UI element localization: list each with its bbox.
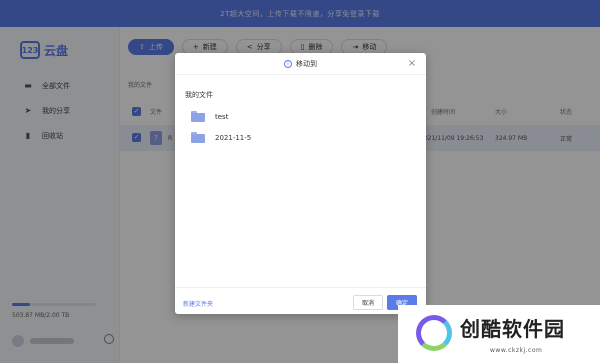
folder-icon (191, 111, 205, 122)
info-icon: i (284, 59, 292, 68)
new-folder-link[interactable]: 新建文件夹 (183, 299, 213, 308)
watermark-title: 创酷软件园 (460, 317, 565, 341)
folder-name: 2021-11-5 (215, 133, 252, 142)
dialog-footer: 新建文件夹 取消 确定 (175, 287, 426, 314)
folder-tree-root[interactable]: 我的文件 (185, 90, 213, 100)
dialog-title: 移动到 (296, 59, 317, 68)
folder-item-2021-11-5[interactable]: 2021-11-5 (191, 132, 251, 143)
cancel-button[interactable]: 取消 (353, 295, 383, 310)
dialog-header: i 移动到 (175, 53, 426, 75)
folder-icon (191, 132, 205, 143)
folder-item-test[interactable]: test (191, 111, 228, 122)
site-watermark: 创酷软件园 www.ckzkj.com (398, 305, 600, 363)
close-icon[interactable]: × (408, 58, 416, 69)
move-to-dialog: i 移动到 × 我的文件 test 2021-11-5 新建文件夹 取消 确定 (175, 53, 426, 314)
watermark-logo (416, 315, 452, 351)
folder-name: test (215, 112, 229, 121)
watermark-url: www.ckzkj.com (490, 347, 543, 354)
